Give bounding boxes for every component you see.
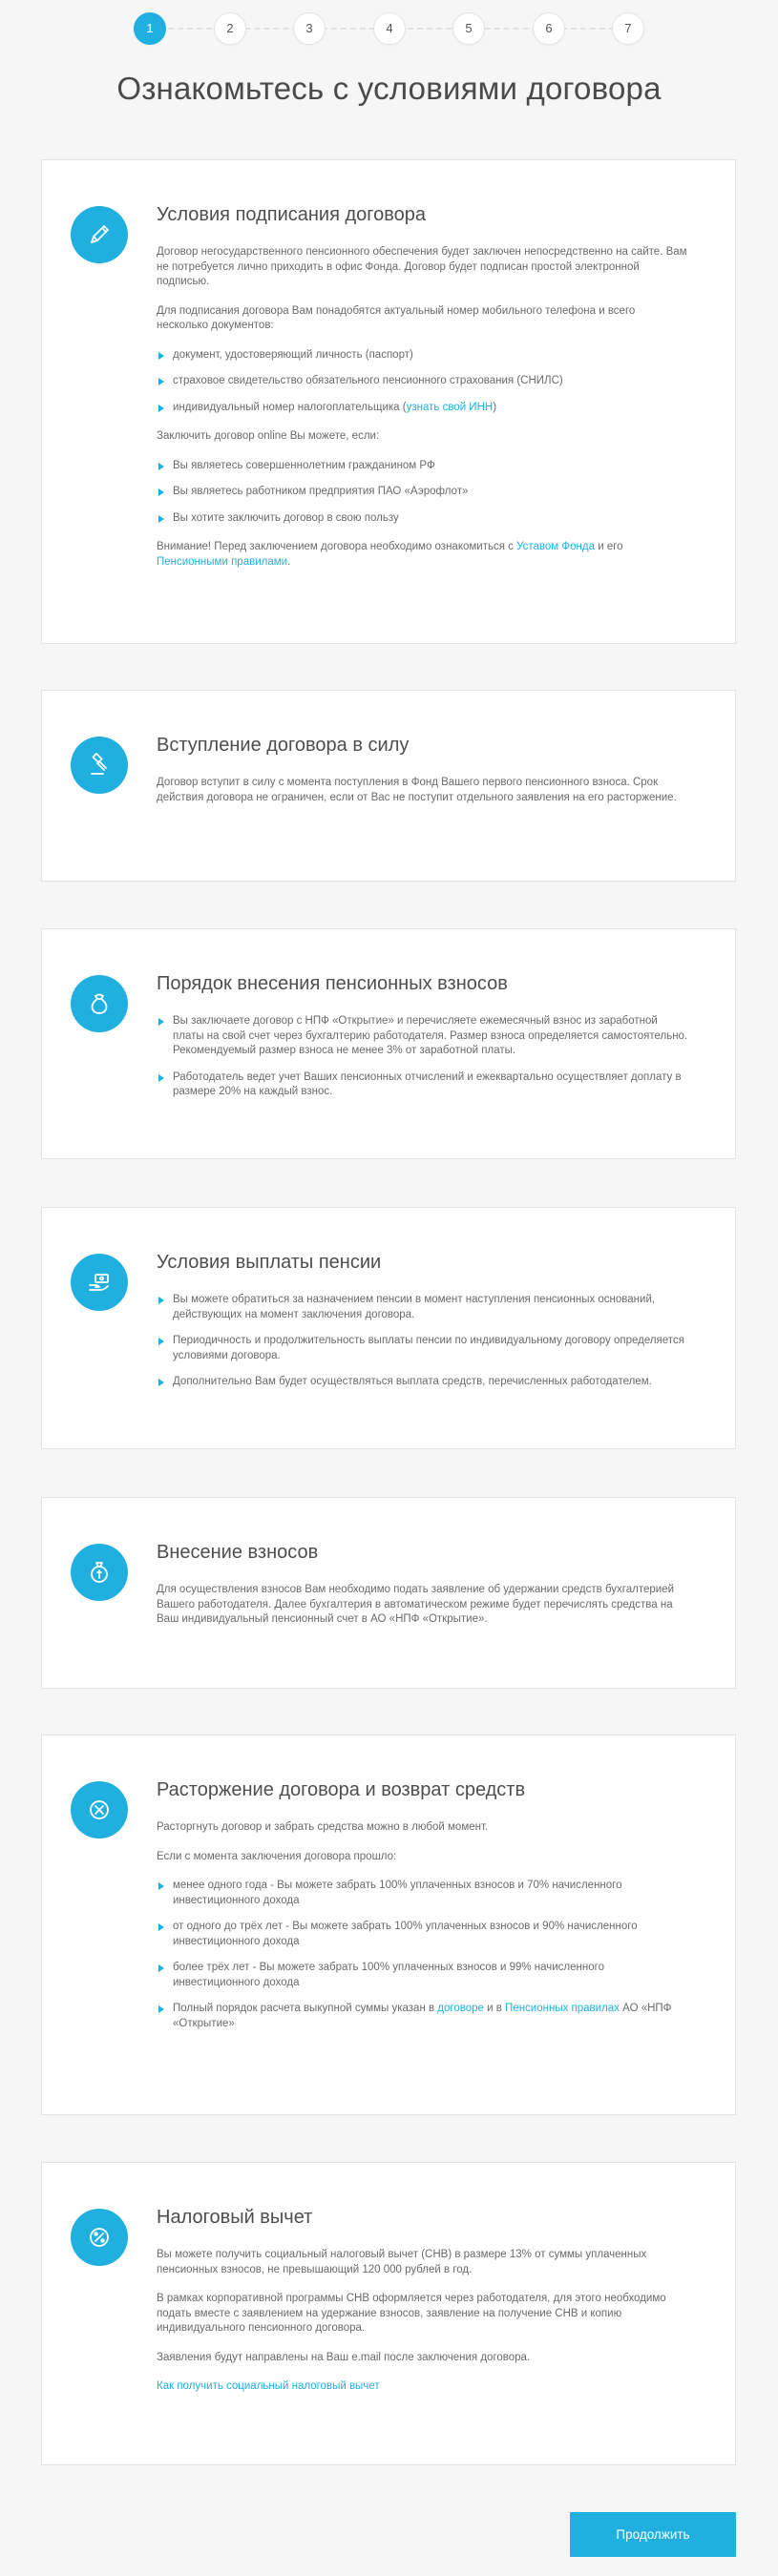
card-payout-conditions: Условия выплаты пенсии Вы можете обратит… xyxy=(41,1207,736,1449)
progress-stepper: 1 2 3 4 5 6 7 xyxy=(134,12,649,45)
list-item-text: индивидуальный номер налогоплательщика ( xyxy=(173,401,407,413)
pension-rules-link[interactable]: Пенсионными правилами xyxy=(157,556,287,568)
list-item: Полный порядок расчета выкупной суммы ук… xyxy=(157,2002,689,2031)
contract-link[interactable]: договоре xyxy=(437,2003,484,2014)
card-title: Вступление договора в силу xyxy=(157,735,410,756)
list-item: Вы заключаете договор с НПФ «Открытие» и… xyxy=(157,1014,689,1059)
moneybag-icon xyxy=(71,975,128,1032)
percent-icon xyxy=(71,2209,128,2266)
card-termination: Расторжение договора и возврат средств Р… xyxy=(41,1735,736,2115)
paragraph: Для подписания договора Вам понадобятся … xyxy=(157,304,636,332)
step-2[interactable]: 2 xyxy=(214,12,246,45)
order-list: Вы заключаете договор с НПФ «Открытие» и… xyxy=(157,1014,689,1100)
coin-bag-icon xyxy=(71,1544,128,1601)
card-title: Условия выплаты пенсии xyxy=(157,1252,382,1273)
step-6[interactable]: 6 xyxy=(533,12,565,45)
step-4[interactable]: 4 xyxy=(373,12,406,45)
list-item: Работодатель ведет учет Ваших пенсионных… xyxy=(157,1070,689,1100)
warning-text: Внимание! Перед заключением договора нео… xyxy=(157,541,517,552)
list-item: страховое свидетельство обязательного пе… xyxy=(157,374,689,389)
step-7[interactable]: 7 xyxy=(612,12,644,45)
paragraph: В рамках корпоративной программы СНВ офо… xyxy=(157,2293,666,2334)
warning-text: и его xyxy=(595,541,623,552)
list-item-text: и в xyxy=(483,2003,506,2014)
paragraph: Для осуществления взносов Вам необходимо… xyxy=(157,1584,674,1625)
cancel-circle-icon xyxy=(71,1781,128,1839)
step-1[interactable]: 1 xyxy=(134,12,166,45)
hand-money-icon xyxy=(71,1254,128,1311)
list-item: индивидуальный номер налогоплательщика (… xyxy=(157,401,689,416)
list-item: Вы можете обратиться за назначением пенс… xyxy=(157,1293,689,1322)
list-item-text: Полный порядок расчета выкупной суммы ук… xyxy=(173,2003,438,2014)
card-contribution-order: Порядок внесения пенсионных взносов Вы з… xyxy=(41,928,736,1159)
card-title: Расторжение договора и возврат средств xyxy=(157,1779,526,1800)
paragraph: Расторгнуть договор и забрать средства м… xyxy=(157,1821,489,1833)
warning-text: . xyxy=(287,555,291,568)
paragraph: Если с момента заключения договора прошл… xyxy=(157,1850,397,1862)
list-item: от одного до трёх лет - Вы можете забрат… xyxy=(157,1920,689,1949)
paragraph: Заключить договор online Вы можете, если… xyxy=(157,430,380,442)
paragraph: Договор вступит в силу с момента поступл… xyxy=(157,777,677,803)
page-title: Ознакомьтесь с условиями договора xyxy=(116,71,662,106)
payout-list: Вы можете обратиться за назначением пенс… xyxy=(157,1293,689,1390)
card-tax-deduction: Налоговый вычет Вы можете получить социа… xyxy=(41,2162,736,2465)
gavel-icon xyxy=(71,737,128,794)
conditions-list: Вы являетесь совершеннолетним гражданино… xyxy=(157,459,689,527)
pen-icon xyxy=(71,206,128,263)
card-title: Внесение взносов xyxy=(157,1542,319,1563)
charter-link[interactable]: Уставом Фонда xyxy=(516,541,595,552)
list-item: документ, удостоверяющий личность (паспо… xyxy=(157,348,689,364)
paragraph: Заявления будут направлены на Ваш e.mail… xyxy=(157,2351,531,2363)
card-signing-conditions: Условия подписания договора Договор него… xyxy=(41,159,736,644)
card-title: Условия подписания договора xyxy=(157,204,427,225)
warning-paragraph: Внимание! Перед заключением договора нео… xyxy=(157,540,689,570)
list-item: более трёх лет - Вы можете забрать 100% … xyxy=(157,1961,689,1990)
step-3[interactable]: 3 xyxy=(293,12,326,45)
card-entry-into-force: Вступление договора в силу Договор вступ… xyxy=(41,690,736,882)
card-deposit: Внесение взносов Для осуществления взнос… xyxy=(41,1497,736,1689)
list-item: менее одного года - Вы можете забрать 10… xyxy=(157,1879,689,1908)
tax-deduction-info-link[interactable]: Как получить социальный налоговый вычет xyxy=(157,2380,380,2392)
list-item: Дополнительно Вам будет осуществляться в… xyxy=(157,1375,689,1390)
pension-rules-link[interactable]: Пенсионных правилах xyxy=(505,2003,620,2014)
documents-list: документ, удостоверяющий личность (паспо… xyxy=(157,348,689,416)
list-item: Вы являетесь совершеннолетним гражданино… xyxy=(157,459,689,474)
card-title: Налоговый вычет xyxy=(157,2207,313,2228)
list-item: Вы являетесь работником предприятия ПАО … xyxy=(157,485,689,500)
list-item: Периодичность и продолжительность выплат… xyxy=(157,1334,689,1363)
list-item-text: ) xyxy=(493,401,497,413)
list-item: Вы хотите заключить договор в свою польз… xyxy=(157,511,689,527)
continue-button[interactable]: Продолжить xyxy=(570,2512,736,2557)
paragraph: Договор негосударственного пенсионного о… xyxy=(157,246,687,287)
card-title: Порядок внесения пенсионных взносов xyxy=(157,973,508,994)
termination-list: менее одного года - Вы можете забрать 10… xyxy=(157,1879,689,2031)
find-inn-link[interactable]: узнать свой ИНН xyxy=(407,402,494,413)
step-5[interactable]: 5 xyxy=(452,12,485,45)
paragraph: Вы можете получить социальный налоговый … xyxy=(157,2249,647,2275)
paragraph: Как получить социальный налоговый вычет xyxy=(157,2379,689,2395)
